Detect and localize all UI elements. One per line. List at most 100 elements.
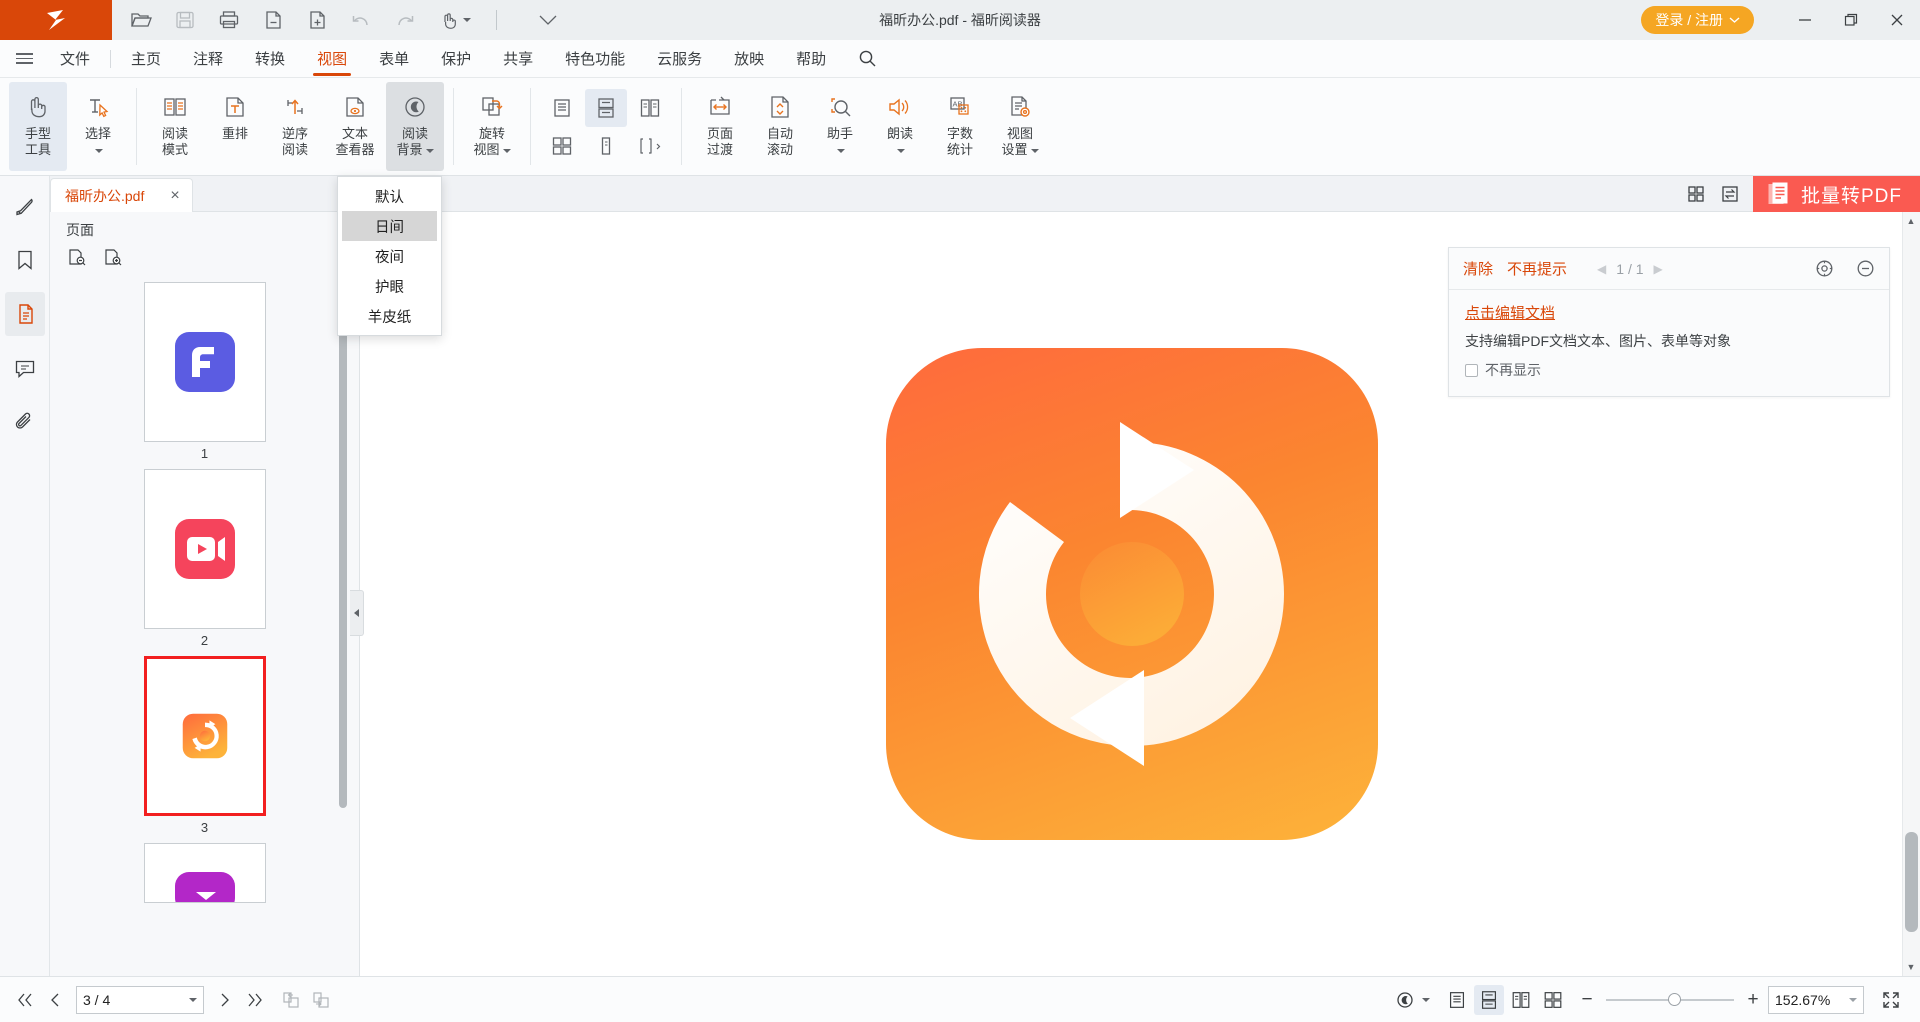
clear-tips-button[interactable]: 清除 <box>1463 258 1493 279</box>
sidebar-item-attachments[interactable] <box>5 400 45 444</box>
tip-minimize-button[interactable] <box>1856 259 1875 278</box>
continuous-facing-layout-button[interactable] <box>541 127 583 165</box>
zoom-out-button[interactable]: − <box>1578 989 1596 1011</box>
print-button[interactable] <box>216 7 242 33</box>
tip-prev-icon[interactable]: ◀ <box>1597 262 1606 276</box>
open-file-button[interactable] <box>128 7 154 33</box>
menu-option-parchment[interactable]: 羊皮纸 <box>342 301 437 331</box>
sidebar-item-pages[interactable] <box>4 292 45 336</box>
tip-title-link[interactable]: 点击编辑文档 <box>1465 302 1555 323</box>
status-continuous-button[interactable] <box>1474 984 1504 1015</box>
ribbon-page-transition[interactable]: 页面 过渡 <box>691 82 749 171</box>
menu-item-convert[interactable]: 转换 <box>239 40 301 78</box>
status-continuous-facing-button[interactable] <box>1538 985 1568 1015</box>
thumbnail-page-4[interactable] <box>143 843 266 903</box>
menu-item-share[interactable]: 共享 <box>487 40 549 78</box>
single-page-layout-button[interactable] <box>541 89 583 127</box>
menu-item-protect[interactable]: 保护 <box>425 40 487 78</box>
tip-settings-button[interactable] <box>1815 259 1834 278</box>
menu-item-slideshow[interactable]: 放映 <box>718 40 780 78</box>
batch-convert-pdf-button[interactable]: 批量转PDF <box>1752 176 1920 212</box>
ribbon-view-settings[interactable]: 视图 设置 <box>991 82 1049 171</box>
ribbon-auto-scroll[interactable]: 自动 滚动 <box>751 82 809 171</box>
ribbon-word-count[interactable]: AB 字数 统计 <box>931 82 989 171</box>
status-facing-button[interactable] <box>1506 985 1536 1015</box>
rotate-right-button[interactable] <box>306 985 336 1015</box>
separate-cover-layout-button[interactable] <box>585 127 627 165</box>
menu-item-cloud[interactable]: 云服务 <box>641 40 718 78</box>
sidebar-item-annotations-toggle[interactable] <box>5 184 45 228</box>
menu-search-button[interactable] <box>842 40 893 78</box>
status-theme-button[interactable] <box>1390 985 1420 1015</box>
prev-page-button[interactable] <box>40 985 70 1015</box>
checkbox-box[interactable] <box>1465 363 1478 377</box>
menu-item-form[interactable]: 表单 <box>363 40 425 78</box>
menu-option-default[interactable]: 默认 <box>342 181 437 211</box>
sidebar-item-comments[interactable] <box>5 346 45 390</box>
ribbon-reflow[interactable]: 重排 <box>206 82 264 171</box>
fullscreen-button[interactable] <box>1876 985 1906 1015</box>
zoom-level-input[interactable]: 152.67% <box>1768 985 1864 1014</box>
next-page-button[interactable] <box>210 985 240 1015</box>
hamburger-icon[interactable] <box>16 48 38 70</box>
document-scrollbar[interactable]: ▲ ▼ <box>1902 212 1920 976</box>
tab-grid-view-button[interactable] <box>1679 176 1713 212</box>
scroll-down-button[interactable]: ▼ <box>1902 958 1920 976</box>
thumbnail-scrollbar[interactable] <box>339 278 347 808</box>
new-page-button[interactable] <box>304 7 330 33</box>
rotate-left-button[interactable] <box>276 985 306 1015</box>
redo-button[interactable] <box>392 7 418 33</box>
menu-item-home[interactable]: 主页 <box>115 40 177 78</box>
thumbnail-page-2[interactable]: 2 <box>143 469 266 648</box>
page-number-input[interactable]: 3 / 4 <box>76 985 204 1014</box>
menu-option-day[interactable]: 日间 <box>342 211 437 241</box>
ribbon-text-viewer[interactable]: 文本 查看器 <box>326 82 384 171</box>
tip-next-icon[interactable]: ▶ <box>1654 262 1663 276</box>
ribbon-reverse-read[interactable]: 逆序 阅读 <box>266 82 324 171</box>
theme-caret-down-icon[interactable] <box>1422 997 1430 1002</box>
zoom-slider-knob[interactable] <box>1668 992 1681 1006</box>
undo-button[interactable] <box>348 7 374 33</box>
tab-switch-button[interactable] <box>1713 176 1747 212</box>
sidebar-item-bookmarks[interactable] <box>5 238 45 282</box>
zoom-out-thumbnails-button[interactable] <box>66 246 88 268</box>
close-window-button[interactable] <box>1874 0 1920 40</box>
customize-toolbar-button[interactable] <box>535 7 561 33</box>
login-register-button[interactable]: 登录 / 注册 <box>1641 6 1754 34</box>
zoom-in-button[interactable]: + <box>1744 989 1762 1011</box>
maximize-window-button[interactable] <box>1828 0 1874 40</box>
menu-item-help[interactable]: 帮助 <box>780 40 842 78</box>
zoom-slider[interactable] <box>1606 990 1734 1010</box>
minimize-window-button[interactable] <box>1782 0 1828 40</box>
copy-page-button[interactable] <box>260 7 286 33</box>
zoom-in-thumbnails-button[interactable] <box>102 246 124 268</box>
last-page-button[interactable] <box>240 985 270 1015</box>
ribbon-read-aloud[interactable]: 朗读 <box>871 82 929 171</box>
reading-background-menu[interactable]: 默认 日间 夜间 护眼 羊皮纸 <box>337 176 442 336</box>
hand-tool-button[interactable] <box>436 7 472 33</box>
thumbnail-page-1[interactable]: 1 <box>143 282 266 461</box>
ribbon-assistant[interactable]: 助手 <box>811 82 869 171</box>
collapse-panel-handle[interactable] <box>350 590 364 636</box>
status-single-page-button[interactable] <box>1442 985 1472 1015</box>
document-tab[interactable]: 福昕办公.pdf × <box>50 178 193 212</box>
menu-option-night[interactable]: 夜间 <box>342 241 437 271</box>
menu-option-eye-protection[interactable]: 护眼 <box>342 271 437 301</box>
caret-down-icon[interactable] <box>189 997 197 1002</box>
continuous-layout-button[interactable] <box>585 88 627 127</box>
save-button[interactable] <box>172 7 198 33</box>
menu-item-features[interactable]: 特色功能 <box>549 40 641 78</box>
ribbon-read-mode[interactable]: 阅读 模式 <box>146 82 204 171</box>
document-scrollbar-thumb[interactable] <box>1905 832 1918 932</box>
facing-layout-button[interactable] <box>629 89 671 127</box>
ribbon-rotate-view[interactable]: 旋转 视图 <box>463 82 521 171</box>
scroll-up-button[interactable]: ▲ <box>1902 212 1920 230</box>
ribbon-reading-background[interactable]: 阅读 背景 <box>386 82 444 171</box>
zoom-caret-down-icon[interactable] <box>1849 997 1857 1002</box>
menu-item-comment[interactable]: 注释 <box>177 40 239 78</box>
first-page-button[interactable] <box>10 985 40 1015</box>
menu-item-view[interactable]: 视图 <box>301 40 363 78</box>
close-tab-icon[interactable]: × <box>170 187 179 204</box>
menu-item-file[interactable]: 文件 <box>44 40 106 78</box>
split-view-button[interactable] <box>629 127 671 165</box>
